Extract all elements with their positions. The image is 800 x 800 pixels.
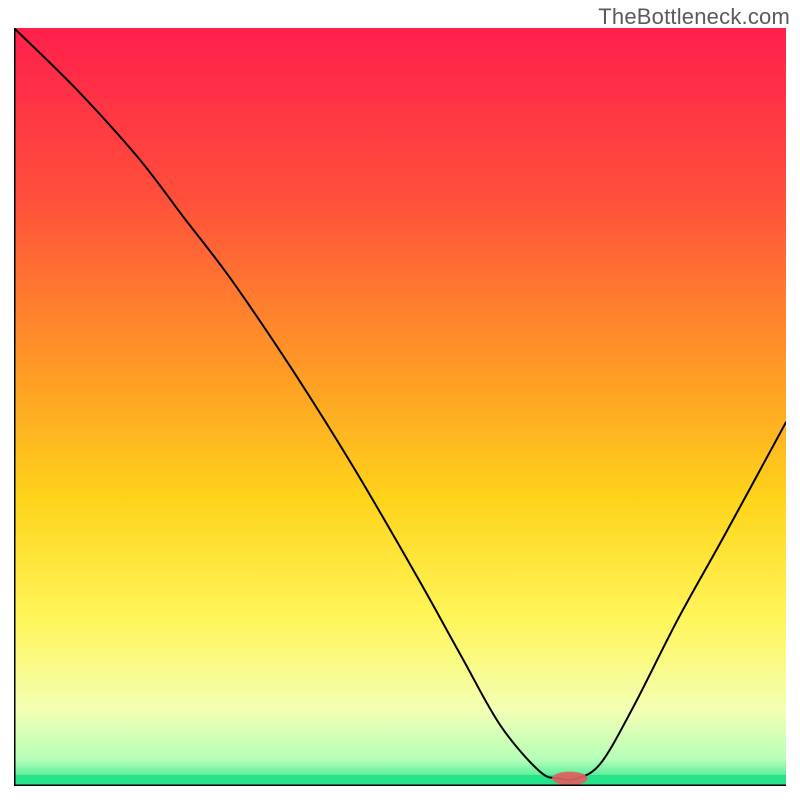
plot-area: [14, 28, 786, 786]
minimum-marker: [552, 772, 588, 786]
gradient-fill: [14, 28, 786, 786]
chart-frame: TheBottleneck.com: [0, 0, 800, 800]
watermark-label: TheBottleneck.com: [598, 4, 790, 30]
bottom-green-band: [14, 775, 786, 786]
chart-svg: [14, 28, 786, 786]
